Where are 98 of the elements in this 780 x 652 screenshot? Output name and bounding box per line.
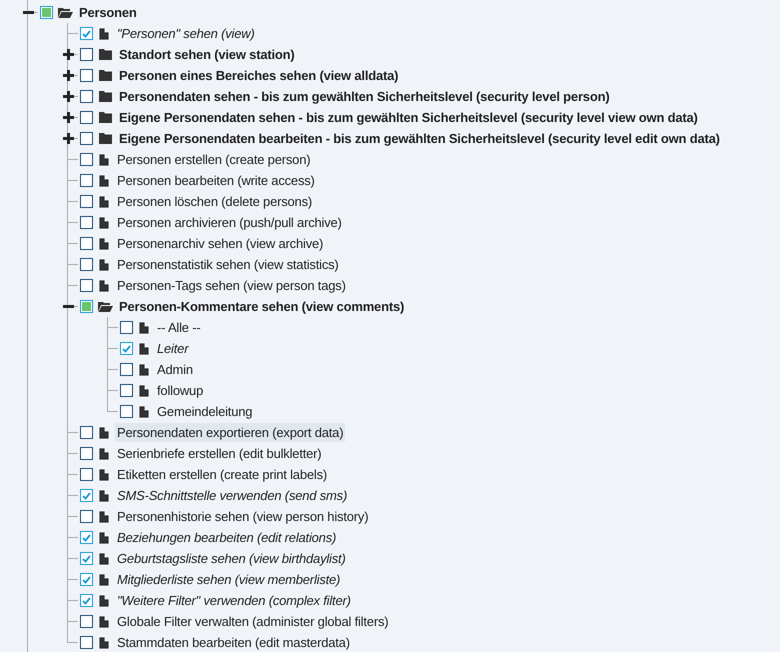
document-icon (99, 196, 109, 208)
checkbox[interactable] (80, 258, 93, 271)
permission-label[interactable]: Leiter (155, 339, 190, 358)
permission-label[interactable]: Personendaten sehen - bis zum gewählten Sicherheitslevel (security level person) (117, 87, 612, 106)
document-icon (99, 28, 109, 40)
document-icon (99, 468, 109, 480)
collapse-icon[interactable] (22, 11, 34, 14)
checkbox[interactable] (80, 69, 93, 82)
permission-label[interactable]: Eigene Personendaten sehen - bis zum gewählten Sicherheitslevel (security level view own data) (117, 108, 700, 127)
checkbox[interactable] (80, 594, 93, 607)
checkbox[interactable] (120, 321, 133, 334)
permission-label[interactable]: Stammdaten bearbeiten (edit masterdata) (115, 633, 352, 652)
folder-icon (98, 49, 112, 60)
permission-label[interactable]: Personenstatistik sehen (view statistics) (115, 255, 341, 274)
permission-label[interactable]: Personen-Kommentare sehen (view comments) (117, 297, 406, 316)
expand-icon[interactable] (62, 49, 74, 60)
folder-icon (98, 112, 112, 123)
checkbox[interactable] (120, 342, 133, 355)
checkbox[interactable] (80, 510, 93, 523)
document-icon (99, 426, 109, 438)
document-icon (99, 216, 109, 228)
document-icon (139, 384, 149, 396)
checkbox[interactable] (80, 216, 93, 229)
checkbox[interactable] (80, 237, 93, 250)
checkbox[interactable] (120, 405, 133, 418)
checkbox[interactable] (80, 468, 93, 481)
document-icon (99, 636, 109, 648)
open-folder-icon (58, 7, 72, 18)
permission-label[interactable]: Beziehungen bearbeiten (edit relations) (115, 528, 338, 547)
checkbox[interactable] (80, 174, 93, 187)
permission-label[interactable]: Personenhistorie sehen (view person history) (115, 507, 370, 526)
permission-label[interactable]: Personen (77, 3, 139, 22)
expand-icon[interactable] (62, 133, 74, 144)
permission-label[interactable]: Gemeindeleitung (155, 402, 254, 421)
folder-icon (98, 70, 112, 81)
permission-label[interactable]: SMS-Schnittstelle verwenden (send sms) (115, 486, 350, 505)
checkbox[interactable] (80, 636, 93, 649)
folder-icon (98, 133, 112, 144)
checkbox[interactable] (80, 426, 93, 439)
expand-icon[interactable] (62, 91, 74, 102)
permission-label[interactable]: Geburtstagsliste sehen (view birthdaylist) (115, 549, 348, 568)
permission-label[interactable]: Personen bearbeiten (write access) (115, 171, 317, 190)
document-icon (139, 364, 149, 376)
checkbox[interactable] (80, 552, 93, 565)
permission-label[interactable]: Mitgliederliste sehen (view memberliste) (115, 570, 342, 589)
permission-label[interactable]: Personen-Tags sehen (view person tags) (115, 276, 348, 295)
document-icon (99, 532, 109, 544)
checkbox[interactable] (80, 90, 93, 103)
permission-label[interactable]: Etiketten erstellen (create print labels) (115, 465, 330, 484)
checkbox[interactable] (120, 384, 133, 397)
permission-label[interactable]: Personenarchiv sehen (view archive) (115, 234, 326, 253)
open-folder-icon (98, 301, 112, 312)
permission-label[interactable]: Eigene Personendaten bearbeiten - bis zum gewählten Sicherheitslevel (security level edit own data) (117, 129, 722, 148)
checkbox[interactable] (80, 132, 93, 145)
checkbox[interactable] (80, 615, 93, 628)
permission-label[interactable]: Personendaten exportieren (export data) (115, 423, 346, 442)
permission-label[interactable]: Serienbriefe erstellen (edit bulkletter) (115, 444, 324, 463)
permission-label[interactable]: Personen erstellen (create person) (115, 150, 312, 169)
checkbox[interactable] (80, 195, 93, 208)
checkbox[interactable] (80, 573, 93, 586)
document-icon (99, 552, 109, 564)
permission-label[interactable]: Standort sehen (view station) (117, 45, 297, 64)
checkbox[interactable] (80, 531, 93, 544)
document-icon (99, 574, 109, 586)
checkbox[interactable] (120, 363, 133, 376)
permission-label[interactable]: Personen eines Bereiches sehen (view alldata) (117, 66, 400, 85)
permission-label[interactable]: Globale Filter verwalten (administer global filters) (115, 612, 390, 631)
document-icon (99, 594, 109, 606)
permission-label[interactable]: "Weitere Filter" verwenden (complex filter) (115, 591, 353, 610)
document-icon (99, 616, 109, 628)
document-icon (139, 322, 149, 334)
permission-label[interactable]: Personen archivieren (push/pull archive) (115, 213, 344, 232)
document-icon (99, 490, 109, 502)
collapse-icon[interactable] (62, 305, 74, 308)
permission-label[interactable]: Personen löschen (delete persons) (115, 192, 314, 211)
expand-icon[interactable] (62, 70, 74, 81)
checkbox[interactable] (80, 27, 93, 40)
document-icon (99, 154, 109, 166)
document-icon (99, 510, 109, 522)
checkbox[interactable] (80, 447, 93, 460)
document-icon (99, 258, 109, 270)
checkbox[interactable] (80, 279, 93, 292)
document-icon (99, 280, 109, 292)
checkbox[interactable] (80, 153, 93, 166)
document-icon (99, 448, 109, 460)
permission-label[interactable]: Admin (155, 360, 195, 379)
document-icon (99, 174, 109, 186)
folder-icon (98, 91, 112, 102)
checkbox[interactable] (80, 111, 93, 124)
checkbox[interactable] (80, 489, 93, 502)
document-icon (139, 406, 149, 418)
expand-icon[interactable] (62, 112, 74, 123)
permission-label[interactable]: followup (155, 381, 206, 400)
permission-label[interactable]: "Personen" sehen (view) (115, 24, 257, 43)
document-icon (139, 342, 149, 354)
checkbox[interactable] (80, 48, 93, 61)
document-icon (99, 238, 109, 250)
permission-label[interactable]: -- Alle -- (155, 318, 203, 337)
